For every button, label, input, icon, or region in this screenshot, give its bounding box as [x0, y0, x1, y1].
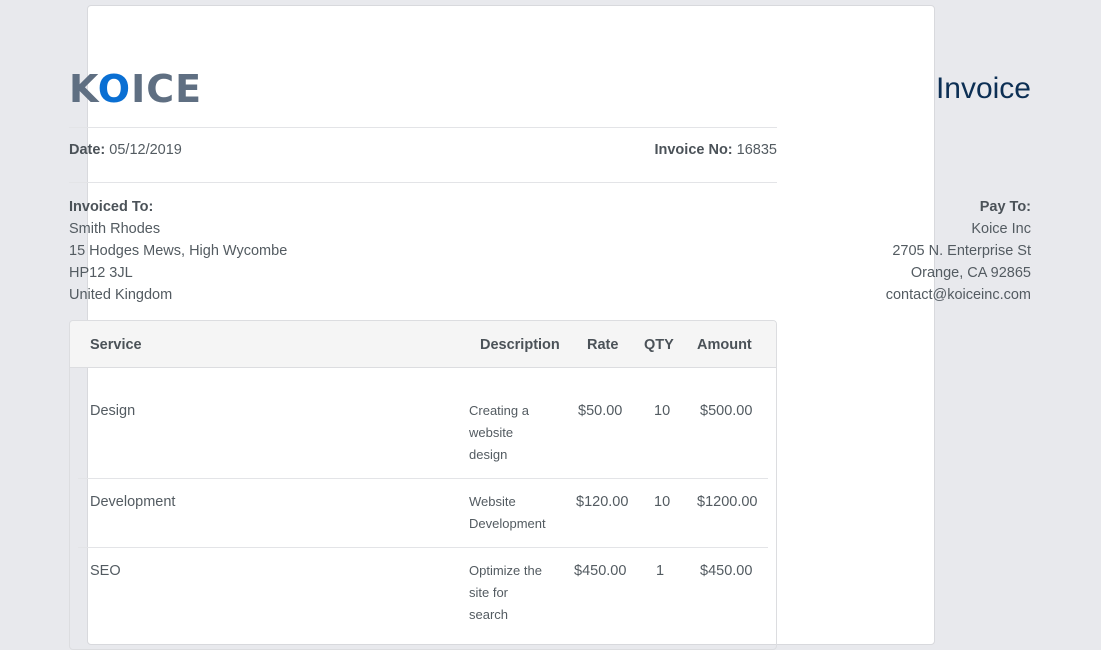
row-amount: $450.00 [700, 563, 753, 579]
col-amount: Amount [697, 337, 752, 353]
desc-line: site for [469, 585, 509, 600]
koice-logo: KOICE [69, 67, 202, 111]
col-description: Description [480, 337, 560, 353]
pay-to-block: Pay To: Koice Inc 2705 N. Enterprise St … [886, 196, 1031, 306]
divider [69, 127, 777, 128]
col-service: Service [90, 337, 142, 353]
date-label: Date: [69, 142, 106, 158]
desc-line: website [469, 425, 514, 440]
row-qty: 10 [654, 403, 671, 419]
invoice-no-label: Invoice No: [654, 142, 733, 158]
logo-text-ice: ICE [131, 67, 203, 111]
invoiced-to-label: Invoiced To: [69, 199, 154, 215]
row-qty: 1 [656, 563, 665, 579]
invoiced-to-block: Invoiced To: Smith Rhodes 15 Hodges Mews… [69, 196, 287, 306]
table-row: SEO Optimize the site for search $450.00… [78, 548, 768, 648]
pay-to-label: Pay To: [979, 199, 1031, 215]
pay-to-email[interactable]: contact@koiceinc.com [886, 284, 1031, 306]
table-row: Development Website Development $120.00 … [78, 479, 768, 548]
desc-line: Creating a [469, 403, 529, 418]
row-rate: $450.00 [574, 563, 627, 579]
logo-text-k: K [69, 67, 98, 111]
divider [69, 182, 777, 183]
invoiced-to-country: United Kingdom [69, 287, 173, 303]
row-description: Creating a website design [469, 400, 559, 466]
desc-line: design [469, 447, 508, 462]
table-row: Design Creating a website design $50.00 … [78, 368, 768, 479]
invoiced-to-postcode: HP12 3JL [69, 265, 133, 281]
invoice-number: Invoice No: 16835 [654, 141, 777, 159]
logo-text-o: O [97, 67, 132, 111]
invoiced-to-name: Smith Rhodes [69, 221, 161, 237]
pay-to-city: Orange, CA 92865 [910, 265, 1031, 281]
desc-line: Optimize the [469, 563, 542, 578]
pay-to-street: 2705 N. Enterprise St [892, 243, 1031, 259]
desc-line: Development [469, 516, 546, 531]
table-header: Service Description Rate QTY Amount [70, 321, 776, 368]
page-title: Invoice [935, 72, 1031, 105]
desc-line: search [469, 607, 509, 622]
row-rate: $50.00 [578, 403, 623, 419]
row-amount: $500.00 [700, 403, 753, 419]
row-description: Optimize the site for search [469, 560, 559, 626]
row-rate: $120.00 [576, 494, 629, 510]
invoice-table: Service Description Rate QTY Amount Desi… [69, 320, 777, 650]
col-rate: Rate [587, 337, 619, 353]
desc-line: Website [469, 494, 516, 509]
col-qty: QTY [644, 337, 674, 353]
row-description: Website Development [469, 491, 559, 535]
row-service: SEO [90, 563, 121, 579]
invoice-no-value: 16835 [736, 142, 777, 158]
invoice-date: Date: 05/12/2019 [69, 141, 182, 159]
pay-to-name: Koice Inc [971, 221, 1031, 237]
row-service: Design [90, 403, 136, 419]
invoiced-to-street: 15 Hodges Mews, High Wycombe [69, 243, 288, 259]
row-amount: $1200.00 [697, 494, 758, 510]
date-value: 05/12/2019 [109, 142, 182, 158]
row-service: Development [90, 494, 176, 510]
row-qty: 10 [654, 494, 671, 510]
